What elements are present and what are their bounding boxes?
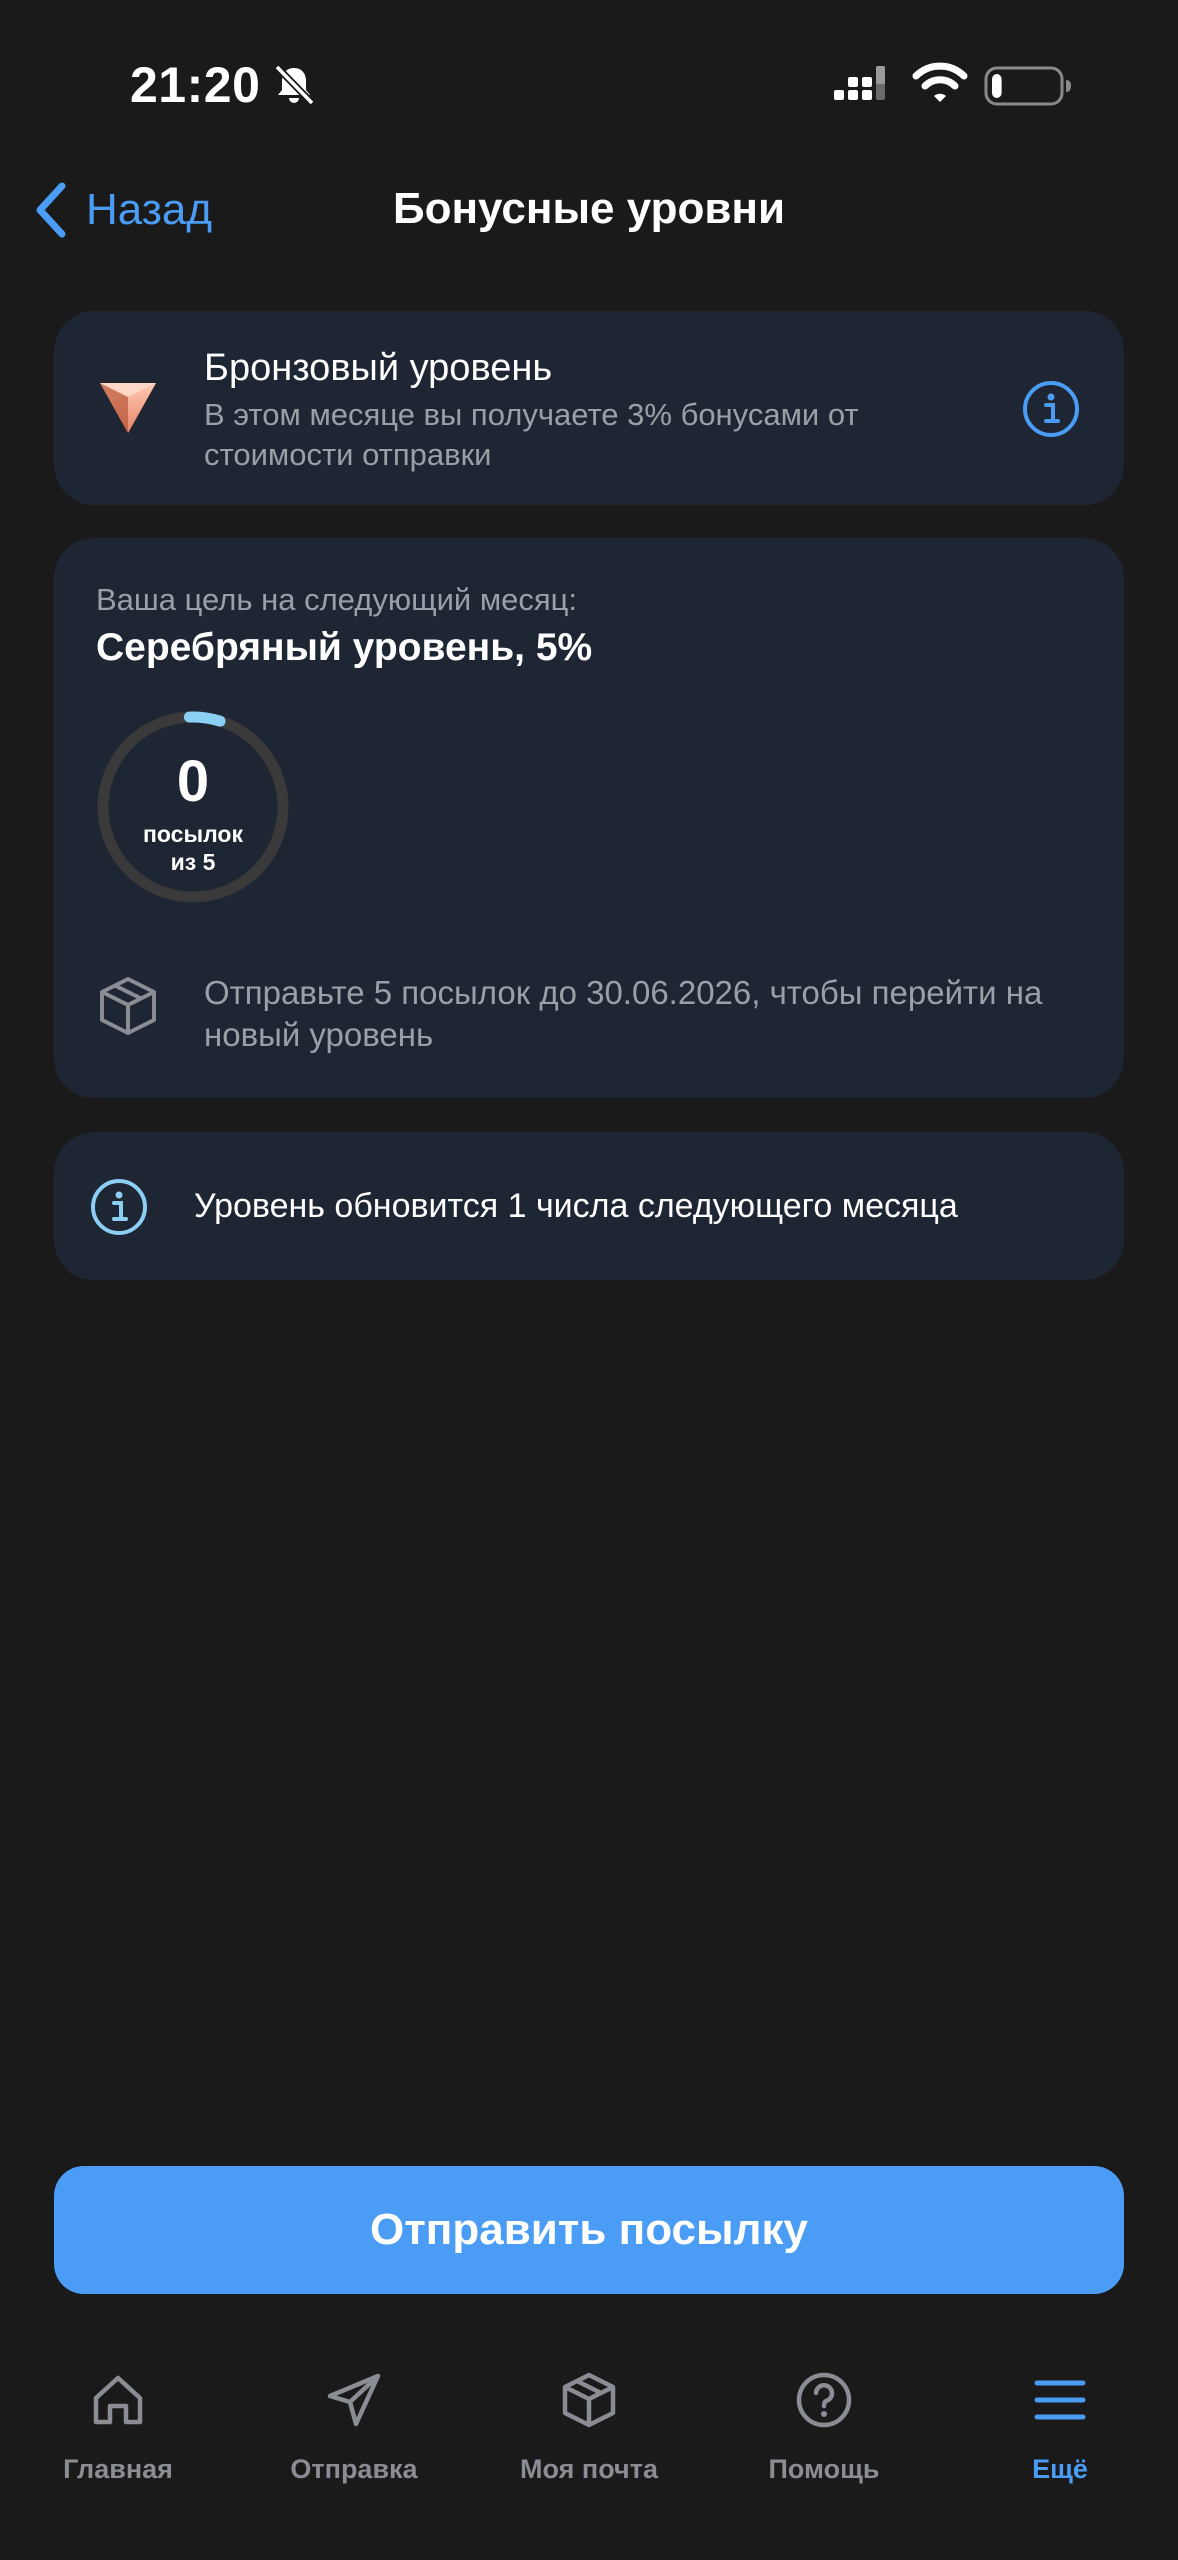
info-text: Уровень обновится 1 числа следующего мес… (194, 1186, 958, 1225)
progress-total: из 5 (170, 849, 216, 875)
goal-card: Ваша цель на следующий месяц: Серебряный… (54, 538, 1124, 1098)
tab-label: Ещё (1032, 2454, 1088, 2484)
page: 21:20 Назад Бонусные уровни Бронзовый ур… (0, 0, 1178, 2560)
status-bar: 21:20 (0, 0, 1178, 170)
wifi-icon (912, 62, 968, 102)
tier-description: В этом месяце вы получаете 3% бонусами о… (204, 397, 859, 472)
tab-label: Главная (63, 2454, 173, 2484)
tab-my-mail[interactable]: Моя почта (471, 2360, 707, 2510)
bell-slash-icon (274, 64, 315, 106)
battery-icon (984, 66, 1071, 106)
page-title: Бонусные уровни (392, 184, 786, 233)
info-card: Уровень обновится 1 числа следующего мес… (54, 1132, 1124, 1280)
tab-more[interactable]: Ещё (942, 2360, 1178, 2510)
goal-label: Ваша цель на следующий месяц: (96, 582, 578, 617)
tab-label: Моя почта (520, 2454, 658, 2484)
info-icon[interactable] (1022, 380, 1080, 438)
tab-label: Отправка (290, 2454, 418, 2484)
paper-plane-icon (327, 2373, 381, 2427)
status-time: 21:20 (130, 57, 261, 113)
tab-bar: Главная Отправка Моя почта Помощь Ещё (0, 2340, 1178, 2560)
progress-unit: посылок (143, 821, 243, 847)
progress-count: 0 (176, 749, 210, 814)
current-tier-card: Бронзовый уровень В этом месяце вы получ… (54, 311, 1124, 505)
package-icon (100, 977, 156, 1035)
tier-name: Бронзовый уровень (204, 347, 553, 389)
info-icon (91, 1179, 147, 1235)
tab-help[interactable]: Помощь (706, 2360, 942, 2510)
home-icon (93, 2375, 143, 2425)
help-circle-icon (796, 2372, 852, 2428)
goal-value: Серебряный уровень, 5% (96, 626, 593, 669)
send-parcel-button[interactable]: Отправить посылку (54, 2166, 1124, 2294)
bronze-badge-icon (100, 383, 156, 433)
cellular-signal-icon (834, 66, 885, 100)
menu-icon (1034, 2380, 1086, 2420)
tab-home[interactable]: Главная (0, 2360, 236, 2510)
tab-send[interactable]: Отправка (236, 2360, 472, 2510)
goal-hint: Отправьте 5 посылок до 30.06.2026, чтобы… (204, 974, 1043, 1053)
package-icon (562, 2372, 616, 2428)
tab-label: Помощь (768, 2454, 880, 2484)
